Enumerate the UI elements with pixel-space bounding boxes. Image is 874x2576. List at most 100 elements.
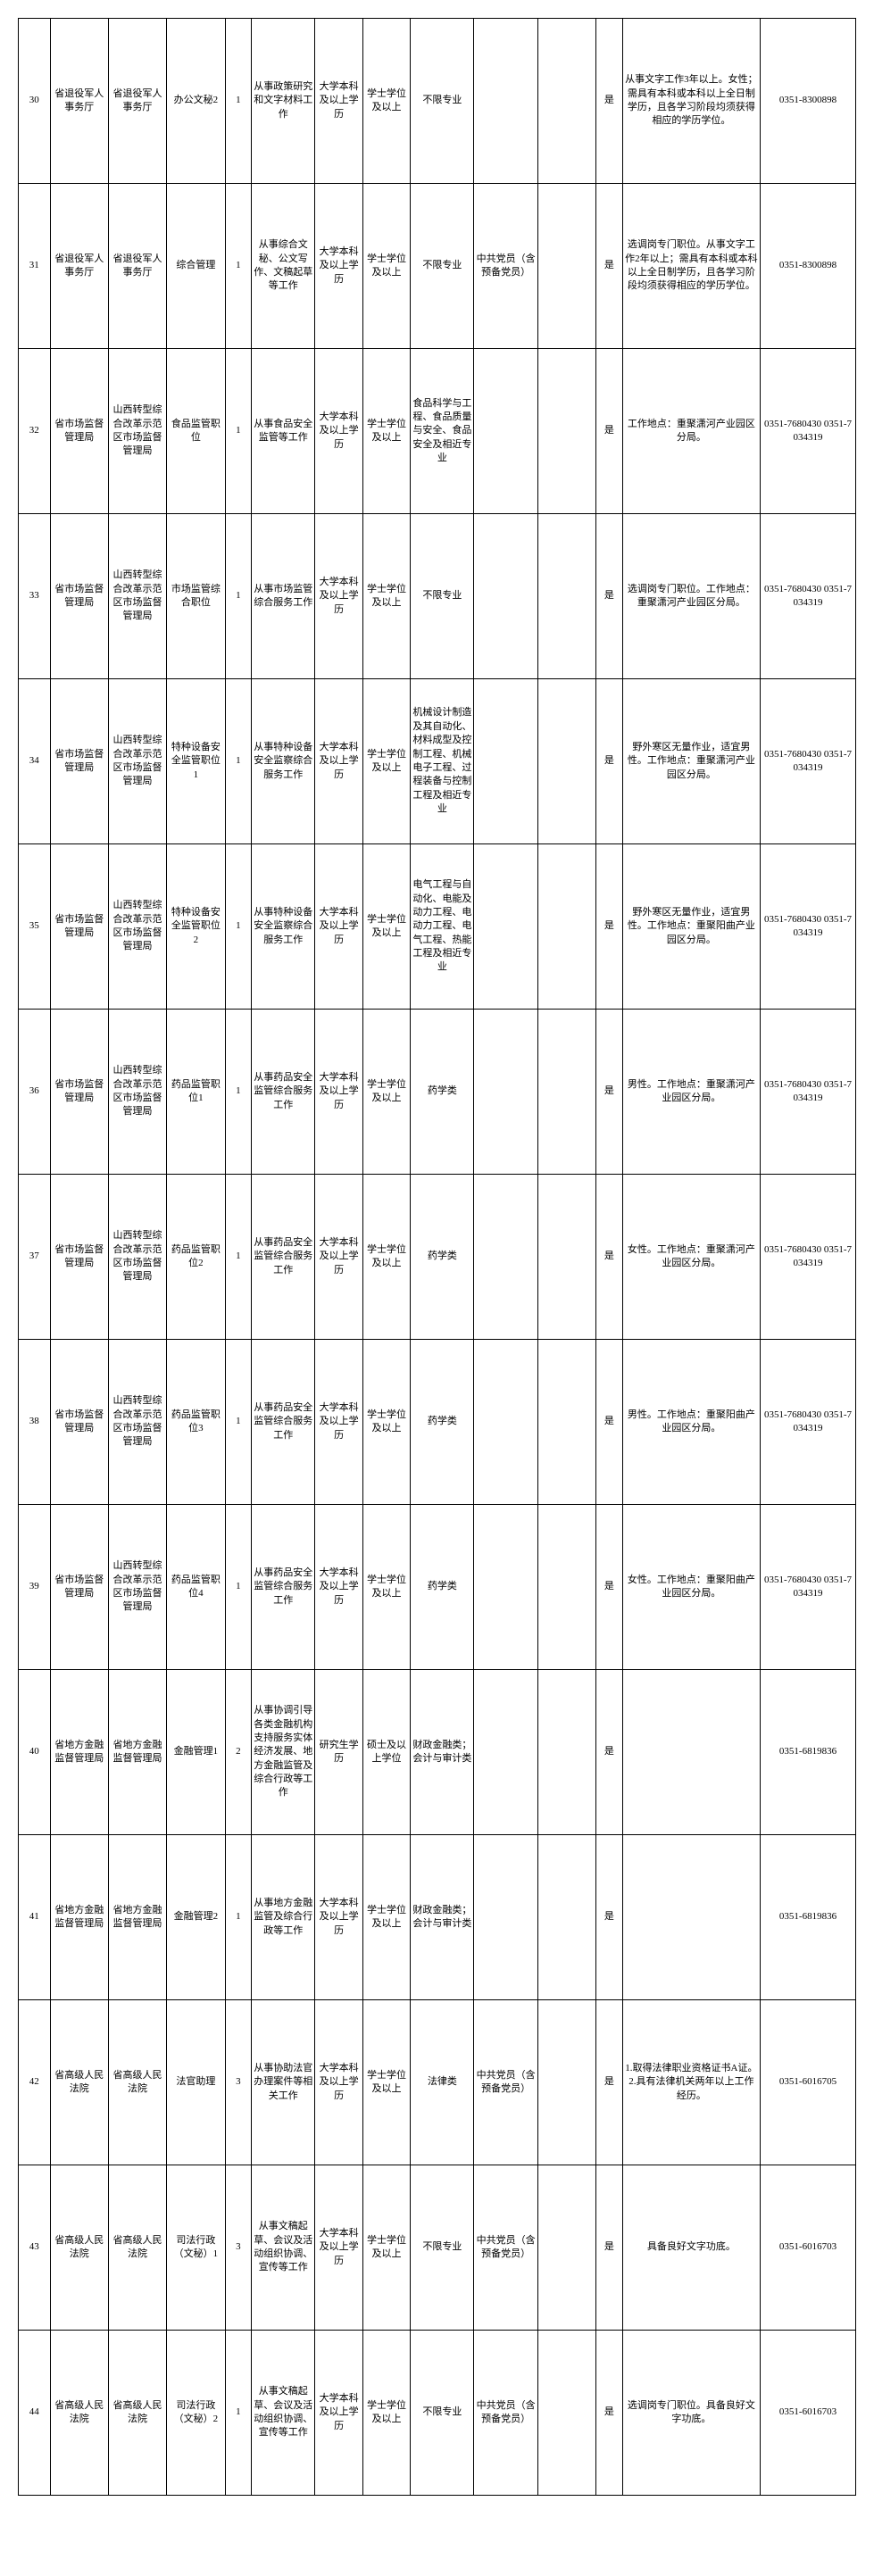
cell-major: 药学类	[411, 1175, 474, 1340]
cell-phone: 0351-7680430 0351-7034319	[761, 1175, 856, 1340]
cell-num: 1	[225, 2331, 252, 2496]
cell-edu: 大学本科及以上学历	[315, 1175, 362, 1340]
cell-dept2: 省高级人民法院	[108, 2000, 166, 2165]
cell-dept1: 省高级人民法院	[50, 2331, 108, 2496]
cell-duty: 从事文稿起草、会议及活动组织协调、宣传等工作	[252, 2165, 315, 2331]
cell-major: 药学类	[411, 1505, 474, 1670]
cell-dept2: 省高级人民法院	[108, 2165, 166, 2331]
cell-degree: 学士学位及以上	[362, 2165, 410, 2331]
cell-no: 31	[19, 184, 51, 349]
cell-politics: 中共党员（含预备党员）	[474, 184, 537, 349]
cell-major: 不限专业	[411, 2331, 474, 2496]
cell-phone: 0351-8300898	[761, 19, 856, 184]
cell-post: 特种设备安全监管职位1	[167, 679, 225, 844]
cell-no: 30	[19, 19, 51, 184]
cell-degree: 学士学位及以上	[362, 514, 410, 679]
cell-other	[537, 514, 595, 679]
cell-remark: 1.取得法律职业资格证书A证。2.具有法律机关两年以上工作经历。	[622, 2000, 760, 2165]
cell-remark: 从事文字工作3年以上。女性；需具有本科或本科以上全日制学历，且各学习阶段均须获得…	[622, 19, 760, 184]
cell-other	[537, 2331, 595, 2496]
cell-post: 药品监管职位3	[167, 1340, 225, 1505]
cell-major: 电气工程与自动化、电能及动力工程、电动力工程、电气工程、热能工程及相近专业	[411, 844, 474, 1010]
cell-shi: 是	[596, 2165, 623, 2331]
cell-num: 1	[225, 1010, 252, 1175]
cell-remark: 选调岗专门职位。具备良好文字功底。	[622, 2331, 760, 2496]
cell-dept1: 省市场监督管理局	[50, 1340, 108, 1505]
cell-degree: 学士学位及以上	[362, 349, 410, 514]
cell-degree: 学士学位及以上	[362, 1340, 410, 1505]
cell-shi: 是	[596, 514, 623, 679]
cell-other	[537, 184, 595, 349]
cell-other	[537, 1505, 595, 1670]
cell-shi: 是	[596, 19, 623, 184]
cell-phone: 0351-7680430 0351-7034319	[761, 349, 856, 514]
cell-other	[537, 2000, 595, 2165]
cell-shi: 是	[596, 844, 623, 1010]
cell-dept1: 省市场监督管理局	[50, 1175, 108, 1340]
cell-num: 1	[225, 1505, 252, 1670]
cell-politics	[474, 679, 537, 844]
cell-degree: 学士学位及以上	[362, 1505, 410, 1670]
cell-phone: 0351-8300898	[761, 184, 856, 349]
cell-num: 3	[225, 2165, 252, 2331]
cell-degree: 学士学位及以上	[362, 1175, 410, 1340]
cell-duty: 从事市场监管综合服务工作	[252, 514, 315, 679]
cell-num: 1	[225, 514, 252, 679]
cell-dept1: 省高级人民法院	[50, 2165, 108, 2331]
cell-major: 财政金融类；会计与审计类	[411, 1835, 474, 2000]
table-row: 37省市场监督管理局山西转型综合改革示范区市场监督管理局药品监管职位21从事药品…	[19, 1175, 856, 1340]
cell-post: 食品监管职位	[167, 349, 225, 514]
cell-degree: 学士学位及以上	[362, 184, 410, 349]
cell-degree: 学士学位及以上	[362, 1010, 410, 1175]
cell-dept2: 省地方金融监督管理局	[108, 1670, 166, 1835]
cell-dept2: 山西转型综合改革示范区市场监督管理局	[108, 1505, 166, 1670]
cell-dept1: 省市场监督管理局	[50, 514, 108, 679]
table-row: 33省市场监督管理局山西转型综合改革示范区市场监督管理局市场监管综合职位1从事市…	[19, 514, 856, 679]
cell-phone: 0351-6016703	[761, 2331, 856, 2496]
cell-politics	[474, 1340, 537, 1505]
table-row: 40省地方金融监督管理局省地方金融监督管理局金融管理12从事协调引导各类金融机构…	[19, 1670, 856, 1835]
cell-major: 财政金融类；会计与审计类	[411, 1670, 474, 1835]
cell-num: 2	[225, 1670, 252, 1835]
cell-other	[537, 1175, 595, 1340]
cell-politics	[474, 19, 537, 184]
cell-remark: 男性。工作地点：重聚阳曲产业园区分局。	[622, 1340, 760, 1505]
cell-dept1: 省市场监督管理局	[50, 1505, 108, 1670]
cell-dept2: 山西转型综合改革示范区市场监督管理局	[108, 1175, 166, 1340]
cell-no: 34	[19, 679, 51, 844]
cell-other	[537, 349, 595, 514]
cell-shi: 是	[596, 1505, 623, 1670]
cell-dept2: 省地方金融监督管理局	[108, 1835, 166, 2000]
cell-major: 药学类	[411, 1340, 474, 1505]
cell-edu: 大学本科及以上学历	[315, 844, 362, 1010]
cell-no: 37	[19, 1175, 51, 1340]
cell-degree: 学士学位及以上	[362, 844, 410, 1010]
cell-major: 不限专业	[411, 19, 474, 184]
cell-dept1: 省退役军人事务厅	[50, 184, 108, 349]
cell-post: 办公文秘2	[167, 19, 225, 184]
cell-duty: 从事特种设备安全监察综合服务工作	[252, 844, 315, 1010]
cell-remark: 男性。工作地点：重聚潇河产业园区分局。	[622, 1010, 760, 1175]
cell-shi: 是	[596, 349, 623, 514]
cell-edu: 大学本科及以上学历	[315, 2000, 362, 2165]
cell-duty: 从事协调引导各类金融机构支持服务实体经济发展、地方金融监管及综合行政等工作	[252, 1670, 315, 1835]
cell-edu: 大学本科及以上学历	[315, 19, 362, 184]
cell-edu: 大学本科及以上学历	[315, 1010, 362, 1175]
cell-no: 39	[19, 1505, 51, 1670]
cell-dept1: 省市场监督管理局	[50, 1010, 108, 1175]
cell-phone: 0351-6819836	[761, 1835, 856, 2000]
cell-politics: 中共党员（含预备党员）	[474, 2000, 537, 2165]
cell-dept1: 省地方金融监督管理局	[50, 1670, 108, 1835]
cell-degree: 硕士及以上学位	[362, 1670, 410, 1835]
cell-no: 42	[19, 2000, 51, 2165]
cell-no: 33	[19, 514, 51, 679]
cell-duty: 从事药品安全监管综合服务工作	[252, 1340, 315, 1505]
table-row: 39省市场监督管理局山西转型综合改革示范区市场监督管理局药品监管职位41从事药品…	[19, 1505, 856, 1670]
cell-politics: 中共党员（含预备党员）	[474, 2331, 537, 2496]
cell-dept1: 省高级人民法院	[50, 2000, 108, 2165]
cell-politics	[474, 1505, 537, 1670]
cell-num: 1	[225, 19, 252, 184]
cell-duty: 从事地方金融监管及综合行政等工作	[252, 1835, 315, 2000]
cell-politics	[474, 1835, 537, 2000]
cell-phone: 0351-7680430 0351-7034319	[761, 1340, 856, 1505]
